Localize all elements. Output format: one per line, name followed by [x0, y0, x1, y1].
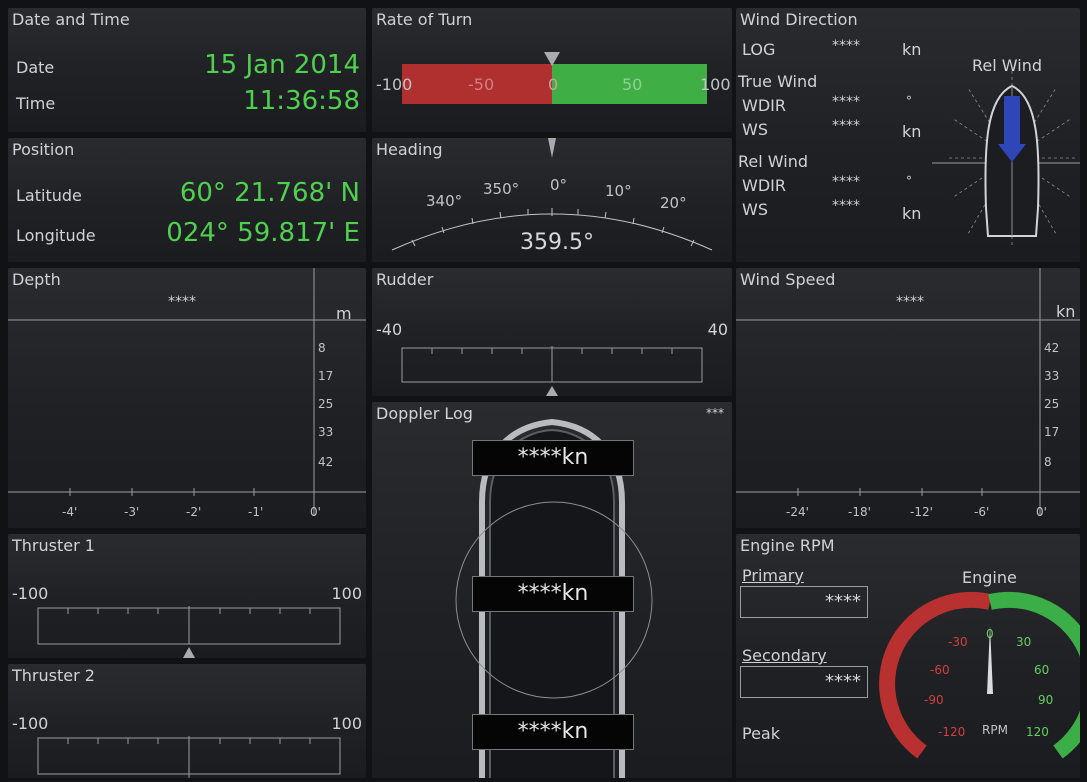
latitude-value: 60° 21.768' N	[179, 178, 360, 208]
rpm-tick: -60	[930, 663, 950, 677]
depth-x-tick: -2'	[186, 505, 201, 519]
wind-speed-x-tick: 0'	[1036, 505, 1047, 519]
rpm-tick: 60	[1034, 663, 1049, 677]
doppler-log-panel: Doppler Log *** ****kn ****kn ****kn	[372, 402, 732, 778]
heading-tick: 350°	[483, 180, 519, 198]
depth-panel: Depth **** m 8 17 25 33 42 -4' -3' -2' -…	[8, 268, 366, 528]
thruster1-scale	[37, 606, 341, 658]
wind-speed-y-tick: 33	[1044, 369, 1059, 383]
rpm-tick: 30	[1016, 635, 1031, 649]
panel-title: Position	[12, 140, 75, 159]
rudder-pointer-icon	[546, 386, 558, 396]
heading-tick: 0°	[550, 176, 567, 194]
position-panel: Position Latitude 60° 21.768' N Longitud…	[8, 138, 366, 262]
time-value: 11:36:58	[243, 86, 360, 116]
rot-tick: 0	[548, 75, 558, 94]
thruster1-pointer-icon	[183, 647, 195, 658]
rate-of-turn-panel: Rate of Turn -100 -50 0 50 100	[372, 8, 732, 132]
wind-direction-panel: Wind Direction LOG **** kn True Wind WDI…	[736, 8, 1080, 262]
wind-speed-x-tick: -6'	[974, 505, 989, 519]
depth-y-tick: 25	[318, 397, 333, 411]
heading-tick: 10°	[605, 182, 632, 200]
depth-graph: 8 17 25 33 42 -4' -3' -2' -1' 0'	[8, 268, 366, 519]
doppler-aft-speed: ****kn	[472, 714, 634, 750]
rel-wind-graphic	[932, 68, 1080, 248]
wind-speed-x-tick: -12'	[910, 505, 933, 519]
rot-tick: 100	[700, 75, 731, 94]
wind-speed-panel: Wind Speed **** kn 42 33 25 17 8 -24' -1…	[736, 268, 1080, 528]
rot-pointer-icon	[544, 52, 560, 66]
wind-speed-y-tick: 42	[1044, 341, 1059, 355]
date-time-panel: Date and Time Date 15 Jan 2014 Time 11:3…	[8, 8, 366, 132]
doppler-fore-speed: ****kn	[472, 440, 634, 476]
depth-x-tick: -4'	[62, 505, 77, 519]
rudder-panel: Rudder -40 40	[372, 268, 732, 396]
rpm-tick: 90	[1038, 693, 1053, 707]
panel-title: Date and Time	[12, 10, 130, 29]
wind-speed-x-tick: -18'	[848, 505, 871, 519]
rpm-unit: RPM	[982, 723, 1008, 737]
wind-arrow-icon	[1004, 96, 1020, 144]
wind-speed-x-tick: -24'	[786, 505, 809, 519]
thruster2-panel: Thruster 2 -100 100	[8, 664, 366, 778]
rate-of-turn-bar: -100 -50 0 50 100	[376, 52, 731, 104]
thruster1-panel: Thruster 1 -100 100	[8, 534, 366, 658]
rpm-tick: -30	[948, 635, 968, 649]
rudder-scale	[401, 346, 703, 396]
heading-tick: 20°	[660, 194, 687, 212]
engine-rpm-gauge: -30 -60 -90 -120 0 30 60 90 120 RPM	[879, 591, 1080, 759]
rot-tick: 50	[622, 75, 642, 94]
depth-y-tick: 17	[318, 369, 333, 383]
heading-panel: Heading 340° 350° 0° 10° 20° 359.5°	[372, 138, 732, 262]
depth-x-tick: -1'	[248, 505, 263, 519]
rpm-tick: -90	[924, 693, 944, 707]
depth-y-tick: 8	[318, 341, 326, 355]
longitude-label: Longitude	[16, 226, 96, 245]
rot-tick: -100	[376, 75, 412, 94]
engine-rpm-panel: Engine RPM Primary **** Secondary **** P…	[736, 534, 1080, 778]
depth-y-tick: 33	[318, 425, 333, 439]
doppler-mid-speed: ****kn	[472, 576, 634, 612]
time-label: Time	[16, 94, 56, 113]
thruster2-scale	[37, 736, 341, 778]
heading-tick: 340°	[426, 192, 462, 210]
wind-speed-y-tick: 25	[1044, 397, 1059, 411]
wind-speed-y-tick: 17	[1044, 425, 1059, 439]
wind-speed-y-tick: 8	[1044, 455, 1052, 469]
latitude-label: Latitude	[16, 186, 82, 205]
longitude-value: 024° 59.817' E	[166, 218, 360, 248]
rpm-tick: -120	[938, 725, 965, 739]
heading-pointer-icon	[548, 138, 556, 158]
depth-x-tick: 0'	[310, 505, 321, 519]
depth-y-tick: 42	[318, 455, 333, 469]
depth-x-tick: -3'	[124, 505, 139, 519]
rpm-tick: 120	[1026, 725, 1049, 739]
date-label: Date	[16, 58, 55, 77]
wind-speed-graph: 42 33 25 17 8 -24' -18' -12' -6' 0'	[736, 268, 1080, 519]
date-value: 15 Jan 2014	[204, 50, 360, 80]
heading-value: 359.5°	[520, 230, 594, 255]
rot-tick: -50	[468, 75, 494, 94]
